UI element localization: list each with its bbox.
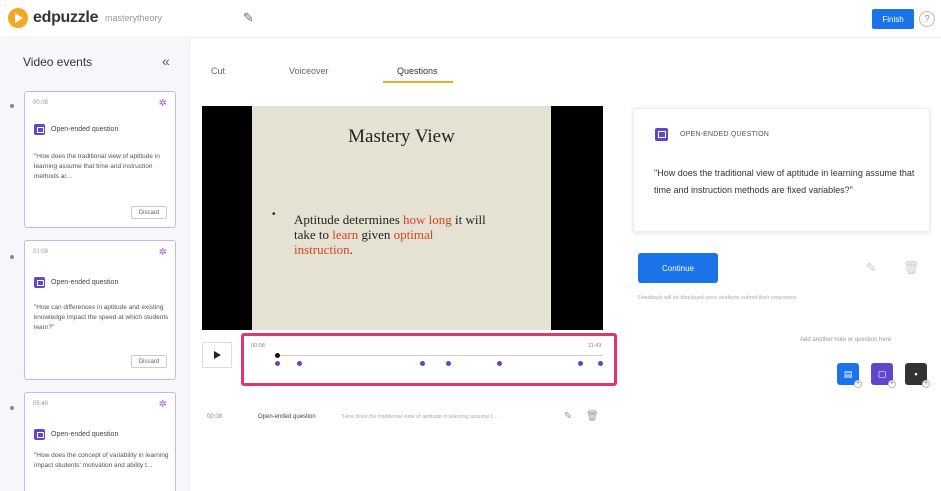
logo-text: edpuzzle [33, 9, 99, 26]
list-type: Open-ended question [258, 414, 316, 420]
tab-cut[interactable]: Cut [211, 66, 225, 76]
timeline-dot [10, 104, 14, 108]
event-text: "How does the concept of variability in … [34, 452, 169, 469]
timeline-dot [10, 255, 14, 259]
play-button[interactable] [202, 342, 232, 368]
help-icon[interactable]: ? [919, 11, 935, 27]
question-card: OPEN-ENDED QUESTION "How does the tradit… [633, 108, 930, 232]
open-question-icon [34, 429, 45, 440]
question-marker[interactable] [445, 361, 451, 366]
slide-bullet: • [272, 209, 276, 220]
edpuzzle-logo[interactable]: edpuzzle [8, 8, 98, 28]
finish-button[interactable]: Finish [872, 9, 914, 29]
top-bar: edpuzzle masterytheory ✎ Finish ? [0, 0, 941, 38]
add-note-hint: Add another note or question here [800, 337, 892, 343]
magic-wand-icon[interactable]: ✲ [159, 399, 167, 410]
slide-text: Aptitude determines how long it will tak… [294, 212, 486, 257]
event-time: 00:08 [33, 100, 49, 106]
timeline-highlight [241, 333, 617, 386]
tab-voiceover[interactable]: Voiceover [289, 66, 329, 76]
pencil-icon[interactable]: ✎ [243, 10, 254, 26]
list-time: 00:08 [207, 414, 223, 420]
sidebar-title: Video events [23, 55, 93, 69]
question-marker[interactable] [274, 361, 280, 366]
discard-button[interactable]: Discard [131, 355, 167, 368]
question-type: OPEN-ENDED QUESTION [680, 131, 769, 138]
event-time: 01:08 [33, 249, 49, 255]
video-frame: Mastery View • Aptitude determines how l… [252, 106, 551, 330]
discard-button[interactable]: Discard [131, 206, 167, 219]
question-list-row[interactable]: 00:08 Open-ended question "How does the … [202, 406, 602, 430]
add-open-question-button[interactable]: ▤ + [837, 363, 862, 388]
magic-wand-icon[interactable]: ✲ [159, 98, 167, 109]
event-card[interactable]: 01:08 ✲ Open-ended question "How can dif… [24, 240, 176, 380]
add-note-button[interactable]: ▪ + [905, 363, 930, 388]
event-type: Open-ended question [51, 431, 119, 438]
event-text: "How can differences in aptitude and exi… [34, 304, 169, 331]
plus-icon: + [888, 380, 896, 388]
event-type: Open-ended question [51, 126, 119, 133]
collapse-icon[interactable]: « [162, 53, 170, 69]
event-time: 05:48 [33, 401, 49, 407]
add-multiple-choice-button[interactable]: ▢ + [871, 363, 896, 388]
active-tab-indicator [383, 81, 453, 83]
playhead[interactable] [274, 353, 280, 358]
slide-title: Mastery View [348, 126, 455, 147]
trash-icon[interactable]: 🗑 [586, 411, 599, 422]
magic-wand-icon[interactable]: ✲ [159, 247, 167, 258]
timeline-start-time: 00:08 [251, 343, 265, 349]
multiple-choice-icon: ▢ [877, 368, 887, 379]
continue-button[interactable]: Continue [638, 253, 718, 283]
tab-questions[interactable]: Questions [397, 66, 438, 76]
trash-icon[interactable]: 🗑 [903, 260, 920, 276]
timeline-dot [10, 406, 14, 410]
question-marker[interactable] [597, 361, 603, 366]
open-question-icon [655, 128, 668, 141]
project-name[interactable]: masterytheory [105, 13, 162, 23]
video-player[interactable]: Mastery View • Aptitude determines how l… [202, 106, 603, 330]
question-marker[interactable] [419, 361, 425, 366]
open-question-icon: ▤ [843, 368, 853, 379]
question-text: "How does the traditional view of aptitu… [654, 168, 915, 195]
feedback-note: Feedback will be displayed once students… [638, 295, 797, 301]
open-question-icon [34, 124, 45, 135]
timeline-end-time: 11:43 [588, 343, 602, 349]
event-type: Open-ended question [51, 279, 119, 286]
plus-icon: + [854, 380, 862, 388]
event-card[interactable]: 00:08 ✲ Open-ended question "How does th… [24, 91, 176, 228]
plus-icon: + [922, 380, 930, 388]
list-text: "How does the traditional view of aptitu… [341, 414, 498, 420]
video-events-sidebar: Video events « 00:08 ✲ Open-ended questi… [0, 39, 190, 491]
timeline-track[interactable] [276, 355, 602, 356]
note-icon: ▪ [914, 369, 918, 379]
logo-icon [8, 8, 28, 28]
pencil-icon[interactable]: ✎ [866, 260, 877, 276]
event-text: "How does the traditional view of aptitu… [34, 153, 160, 180]
open-question-icon [34, 277, 45, 288]
pencil-icon[interactable]: ✎ [564, 411, 572, 422]
event-card[interactable]: 05:48 ✲ Open-ended question "How does th… [24, 392, 176, 491]
